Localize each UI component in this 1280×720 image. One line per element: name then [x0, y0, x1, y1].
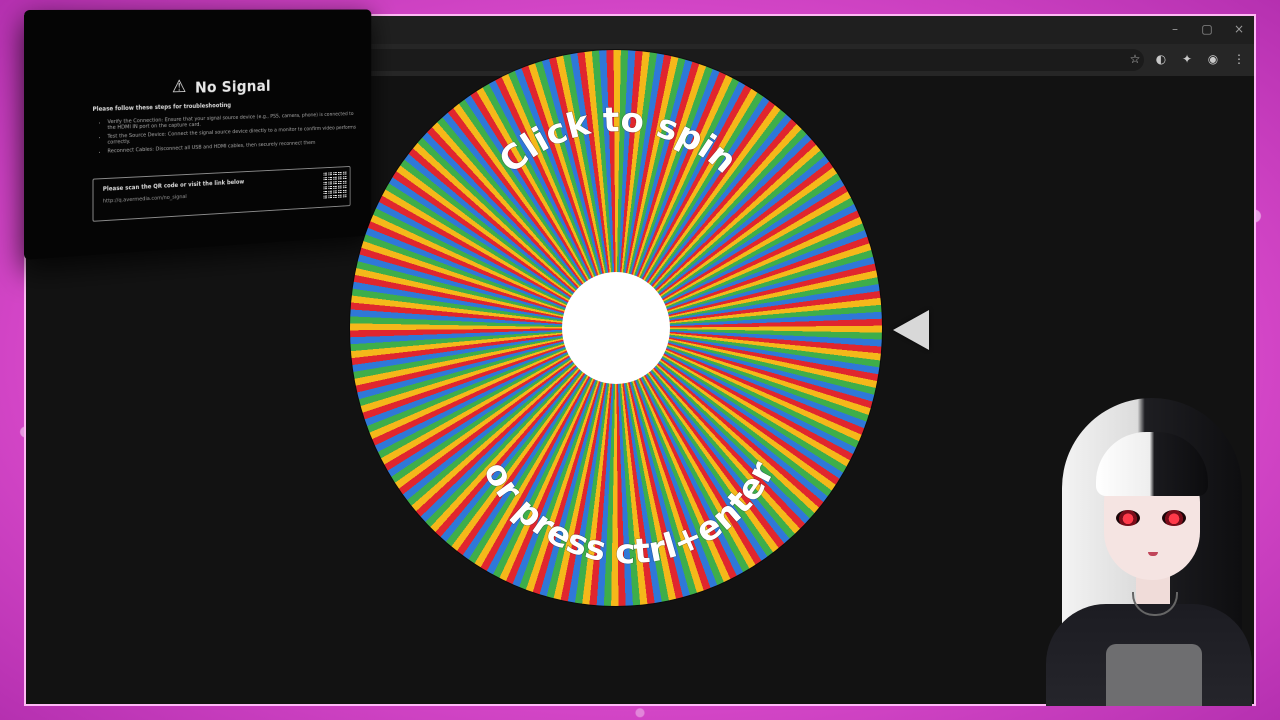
- menu-icon[interactable]: ⋮: [1232, 50, 1246, 68]
- troubleshooting-heading: Please follow these steps for troublesho…: [92, 102, 231, 113]
- profile-icon[interactable]: ◉: [1206, 50, 1220, 68]
- ctrl-enter-hint-text: or press ctrl+enter: [475, 455, 783, 572]
- wheel-pointer-icon: [893, 310, 929, 350]
- puzzle-icon[interactable]: ✦: [1180, 50, 1194, 68]
- click-to-spin-text: Click to spin: [492, 100, 744, 182]
- minimize-button[interactable]: –: [1168, 20, 1182, 38]
- maximize-button[interactable]: ▢: [1200, 20, 1214, 38]
- close-button[interactable]: ×: [1232, 20, 1246, 38]
- troubleshooting-steps: Verify the Connection: Ensure that your …: [100, 111, 357, 158]
- spin-wheel[interactable]: Click to spin or press ctrl+enter: [350, 50, 882, 606]
- support-link[interactable]: http://q.avermedia.com/no_signal: [103, 194, 187, 204]
- qr-box: Please scan the QR code or visit the lin…: [92, 165, 351, 222]
- qr-prompt: Please scan the QR code or visit the lin…: [102, 178, 245, 193]
- extension-icon[interactable]: ◐: [1154, 50, 1168, 68]
- qr-code: [322, 170, 347, 200]
- warning-icon: ⚠: [171, 76, 187, 98]
- window-controls: – ▢ ×: [1168, 20, 1246, 38]
- bookmark-star-icon[interactable]: ☆: [1128, 50, 1142, 68]
- wheel-label: Click to spin or press ctrl+enter: [475, 99, 784, 572]
- no-signal-title: ⚠ No Signal: [171, 76, 271, 98]
- vtuber-avatar: [1040, 392, 1256, 706]
- browser-toolbar: ☆ ◐ ✦ ◉ ⋮: [1128, 50, 1246, 68]
- no-signal-panel: ⚠ No Signal Please follow these steps fo…: [24, 9, 372, 260]
